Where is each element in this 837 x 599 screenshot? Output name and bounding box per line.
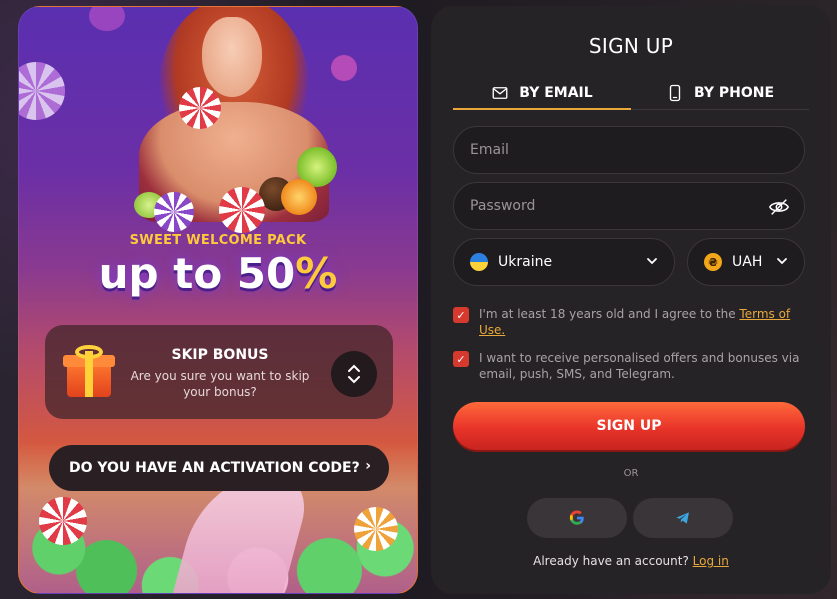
- marketing-consent-text: I want to receive personalised offers an…: [479, 351, 800, 381]
- country-value: Ukraine: [498, 254, 553, 270]
- welcome-promo-card: SWEET WELCOME PACK up to 50% SKIP BONUS …: [18, 6, 418, 594]
- currency-select[interactable]: ₴ UAH: [687, 238, 805, 286]
- phone-icon: [669, 84, 681, 101]
- google-login-button[interactable]: [527, 498, 627, 538]
- country-select[interactable]: Ukraine: [453, 238, 675, 286]
- marketing-consent: ✓ I want to receive personalised offers …: [453, 350, 805, 382]
- promo-headline-text: up to 50: [98, 249, 296, 298]
- email-field-wrapper: [453, 126, 805, 174]
- chevron-down-icon: [647, 258, 657, 265]
- lollipop-decoration: [179, 87, 221, 129]
- tab-by-phone[interactable]: BY PHONE: [631, 76, 809, 109]
- signup-submit-button[interactable]: SIGN UP: [453, 402, 805, 450]
- chevron-right-icon: ›: [365, 458, 371, 474]
- login-link[interactable]: Log in: [693, 554, 729, 568]
- telegram-icon: [676, 512, 689, 524]
- skip-bonus-panel: SKIP BONUS Are you sure you want to skip…: [45, 325, 393, 419]
- chevron-down-icon: [777, 258, 787, 265]
- signup-title: SIGN UP: [588, 34, 674, 58]
- ukraine-flag-icon: [470, 253, 488, 271]
- login-prompt: Already have an account? Log in: [431, 554, 831, 568]
- promo-headline: up to 50%: [19, 249, 417, 298]
- password-field-wrapper: [453, 182, 805, 230]
- age-terms-label: I'm at least 18 years old and I agree to…: [479, 307, 740, 321]
- age-terms-consent: ✓ I'm at least 18 years old and I agree …: [453, 306, 805, 338]
- telegram-login-button[interactable]: [633, 498, 733, 538]
- or-divider: OR: [623, 468, 639, 479]
- login-prompt-text: Already have an account?: [533, 554, 689, 568]
- hryvnia-coin-icon: ₴: [704, 253, 722, 271]
- tab-by-email-label: BY EMAIL: [519, 84, 593, 101]
- signup-panel: SIGN UP BY EMAIL BY PHONE Ukr: [431, 6, 831, 594]
- lollipop-decoration: [219, 187, 265, 233]
- google-icon: [569, 510, 584, 525]
- promo-headline-percent: %: [295, 249, 338, 298]
- skip-bonus-toggle-button[interactable]: [331, 351, 377, 397]
- skip-bonus-description: Are you sure you want to skip your bonus…: [130, 369, 310, 399]
- currency-value: UAH: [732, 254, 763, 270]
- lollipop-decoration: [19, 62, 65, 120]
- skip-bonus-title: SKIP BONUS: [171, 347, 269, 363]
- envelope-icon: [492, 86, 508, 99]
- activation-code-button[interactable]: DO YOU HAVE AN ACTIVATION CODE? ›: [49, 445, 389, 491]
- eye-off-icon[interactable]: [768, 196, 790, 218]
- password-field[interactable]: [470, 198, 804, 214]
- signup-method-tabs: BY EMAIL BY PHONE: [453, 76, 809, 110]
- candy-ball-decoration: [331, 55, 357, 81]
- lollipop-decoration: [154, 192, 194, 232]
- age-terms-checkbox[interactable]: ✓: [453, 307, 469, 323]
- orange-candy-decoration: [281, 179, 317, 215]
- gift-icon: [63, 345, 115, 397]
- promo-model-face: [202, 17, 262, 97]
- up-down-chevron-icon: [348, 364, 360, 384]
- email-field[interactable]: [470, 142, 804, 158]
- marketing-checkbox[interactable]: ✓: [453, 351, 469, 367]
- promo-subtitle: SWEET WELCOME PACK: [129, 233, 307, 248]
- lollipop-decoration: [39, 497, 87, 545]
- tab-by-phone-label: BY PHONE: [693, 84, 775, 101]
- tab-by-email[interactable]: BY EMAIL: [453, 76, 631, 110]
- candy-ball-decoration: [89, 7, 125, 31]
- age-terms-text: I'm at least 18 years old and I agree to…: [479, 306, 805, 338]
- lollipop-decoration: [354, 507, 398, 551]
- activation-code-label: DO YOU HAVE AN ACTIVATION CODE?: [69, 460, 360, 476]
